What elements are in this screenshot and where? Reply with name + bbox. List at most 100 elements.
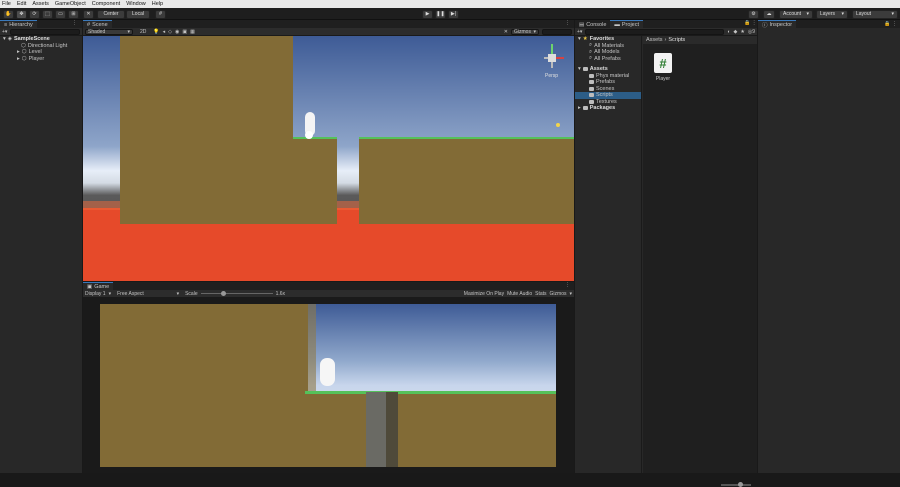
tab-game[interactable]: ▣ Game	[83, 282, 114, 290]
step-button[interactable]: ▶|	[448, 9, 459, 19]
folder-icon	[589, 86, 594, 91]
2d-toggle[interactable]: 2D	[140, 29, 146, 35]
tab-console[interactable]: ▤ Console	[575, 20, 611, 28]
hierarchy-menu-icon[interactable]: ⋮	[72, 20, 77, 26]
chevron-down-icon: ▾	[108, 290, 112, 297]
tab-hierarchy[interactable]: ≡ Hierarchy	[0, 20, 37, 28]
ground-block[interactable]	[359, 138, 574, 224]
cloud-button[interactable]: ☁	[763, 9, 775, 19]
tab-project[interactable]: ▬ Project	[610, 20, 644, 28]
scene-toolbar: Shaded ▾ 2D 💡 ◂ ◇ ◉ ▣ ▦ ✕ Gizmos ▾	[83, 28, 574, 36]
chevron-down-icon: ▾	[891, 11, 894, 17]
project-search-input[interactable]	[585, 28, 725, 35]
rotate-tool-button[interactable]: ⟳	[29, 9, 40, 19]
scale-slider-track	[200, 293, 273, 294]
hidden-packages-icon[interactable]: ◎9	[748, 29, 755, 35]
menu-assets[interactable]: Assets	[32, 1, 49, 7]
scene-viewport[interactable]: Persp	[83, 36, 574, 281]
projection-label[interactable]: Persp	[545, 73, 558, 79]
tab-console-label: Console	[586, 21, 607, 28]
filter-type-icon[interactable]: ◐	[727, 29, 730, 35]
gameobject-icon: ⬡	[21, 49, 27, 56]
add-icon[interactable]: +▾	[2, 29, 7, 35]
tools-icon[interactable]: ✕	[504, 29, 508, 35]
scene-icon: #	[87, 21, 91, 28]
game-viewport[interactable]	[100, 304, 556, 467]
ground-grass	[359, 137, 574, 139]
hidden-objects-icon[interactable]: ◉	[175, 29, 179, 35]
folder-icon	[589, 99, 594, 104]
lighting-icon[interactable]: 💡	[153, 29, 159, 35]
aspect-label: Free Aspect	[117, 290, 144, 297]
display-dropdown[interactable]: Display 1	[85, 291, 106, 297]
tab-scene-label: Scene	[92, 21, 108, 28]
scale-slider[interactable]	[200, 291, 273, 297]
aspect-dropdown[interactable]: Free Aspect ▾	[117, 291, 179, 297]
menu-edit[interactable]: Edit	[17, 1, 26, 7]
icon-size-slider[interactable]	[721, 484, 751, 486]
layers-dropdown[interactable]: Layers ▾	[816, 9, 848, 19]
breadcrumb-root[interactable]: Assets	[646, 37, 663, 43]
pivot-mode-button[interactable]: Center	[97, 9, 125, 19]
expand-arrow-icon: ▸	[17, 49, 20, 56]
audio-icon[interactable]: ◂	[163, 29, 166, 35]
space-mode-button[interactable]: Local	[126, 9, 150, 19]
gameobject-icon: ⬡	[21, 42, 26, 49]
favorite-icon[interactable]: ★	[740, 29, 744, 35]
menu-gameobject[interactable]: GameObject	[55, 1, 86, 7]
shading-mode-dropdown[interactable]: Shaded ▾	[85, 28, 133, 35]
favorite-item-label: All Materials	[594, 42, 625, 49]
play-button[interactable]: ▶	[422, 9, 433, 19]
account-dropdown[interactable]: Account ▾	[779, 9, 813, 19]
stats-toggle[interactable]: Stats	[535, 291, 546, 297]
asset-file-player[interactable]: # Player	[652, 53, 674, 83]
ledge-block[interactable]	[293, 138, 337, 224]
asset-folder-label: Scripts	[596, 92, 613, 99]
pause-button[interactable]: ❚❚	[435, 9, 446, 19]
cloud-icon: ☁	[766, 11, 772, 17]
breadcrumb: Assets › Scripts	[643, 36, 757, 44]
wall-block[interactable]	[120, 36, 293, 224]
transform-tool-button[interactable]: ⊞	[68, 9, 79, 19]
menu-file[interactable]: File	[2, 1, 11, 7]
scale-slider-thumb[interactable]	[220, 291, 226, 296]
grid-snap-button[interactable]: #	[155, 9, 166, 19]
layout-dropdown[interactable]: Layout ▾	[852, 9, 898, 19]
inspector-tabbar: ⓘ Inspector	[758, 20, 900, 29]
scene-gizmos-dropdown[interactable]: Gizmos ▾	[511, 28, 539, 35]
maximize-on-play-toggle[interactable]: Maximize On Play	[464, 291, 504, 297]
breadcrumb-current[interactable]: Scripts	[668, 37, 685, 43]
search-settings-button[interactable]: ⚙	[748, 9, 759, 19]
folder-icon	[582, 67, 588, 72]
packages-row[interactable]: ▸ Packages	[575, 105, 641, 112]
scene-search-input[interactable]	[542, 28, 572, 35]
hierarchy-item-player[interactable]: ▸ ⬡ Player	[0, 56, 82, 63]
custom-tool-button[interactable]: ✕	[83, 9, 94, 19]
menu-component[interactable]: Component	[92, 1, 120, 7]
effects-icon[interactable]: ◇	[168, 29, 172, 35]
scene-menu-icon[interactable]: ⋮	[565, 20, 570, 26]
menu-help[interactable]: Help	[152, 1, 163, 7]
move-icon: ✥	[19, 11, 24, 17]
move-tool-button[interactable]: ✥	[16, 9, 27, 19]
game-ground-block	[305, 392, 556, 467]
hand-tool-button[interactable]: ✋	[3, 9, 14, 19]
rect-tool-button[interactable]: ▭	[55, 9, 66, 19]
inspector-panel: ⓘ Inspector 🔒 ⋮	[758, 20, 900, 473]
scale-tool-button[interactable]: ⬚	[42, 9, 53, 19]
icon-size-slider-thumb[interactable]	[738, 482, 743, 487]
filter-label-icon[interactable]: ◆	[734, 29, 738, 35]
grid-toggle-icon[interactable]: ▦	[190, 29, 195, 35]
hierarchy-search-input[interactable]	[10, 28, 80, 35]
project-menu-icon[interactable]: 🔒 ⋮	[744, 20, 757, 26]
mute-audio-toggle[interactable]: Mute Audio	[507, 291, 532, 297]
add-icon[interactable]: +▾	[577, 29, 582, 35]
game-gizmos-toggle[interactable]: Gizmos	[550, 291, 567, 297]
game-toolbar: Display 1 ▾ Free Aspect ▾ Scale 1.6x Maxim…	[83, 290, 574, 298]
camera-icon[interactable]: ▣	[182, 29, 187, 35]
tab-scene[interactable]: # Scene	[83, 20, 112, 28]
tab-inspector[interactable]: ⓘ Inspector	[758, 20, 797, 29]
menu-window[interactable]: Window	[126, 1, 146, 7]
inspector-menu-icon[interactable]: 🔒 ⋮	[884, 21, 897, 27]
game-menu-icon[interactable]: ⋮	[565, 282, 570, 288]
